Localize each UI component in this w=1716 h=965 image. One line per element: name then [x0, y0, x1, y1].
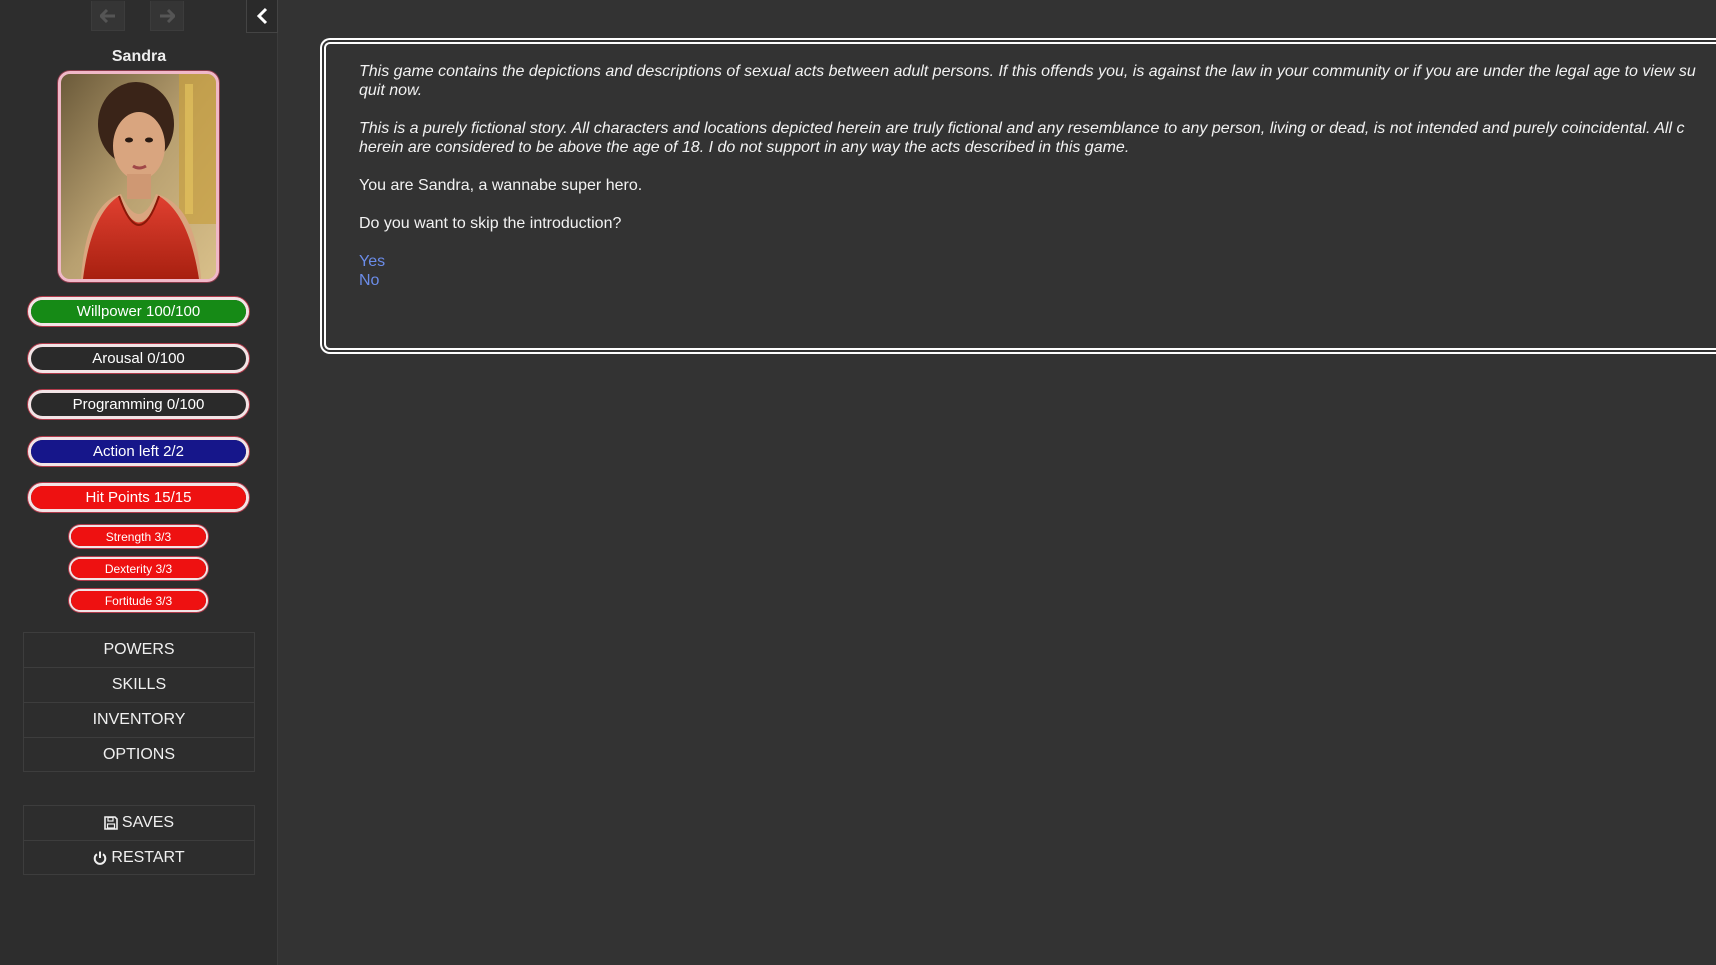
restart-button[interactable]: RESTART	[23, 840, 255, 875]
attribute-bar-strength: Strength 3/3	[69, 525, 208, 548]
attribute-bar-label: Fortitude 3/3	[104, 593, 173, 608]
menu-powers[interactable]: POWERS	[23, 632, 255, 667]
restart-label: RESTART	[111, 848, 185, 866]
attribute-bar-dexterity: Dexterity 3/3	[69, 557, 208, 580]
stat-bar-hit-points: Hit Points 15/15	[28, 483, 249, 512]
choice-no-link[interactable]: No	[359, 271, 1716, 290]
stat-bar-label: Willpower 100/100	[76, 303, 201, 320]
content-disclaimer: This game contains the depictions and de…	[359, 62, 1716, 100]
stat-bar-action-left: Action left 2/2	[28, 437, 249, 466]
menu-skills[interactable]: SKILLS	[23, 667, 255, 702]
content-disclaimer-line-2: quit now.	[359, 82, 423, 99]
character-portrait	[58, 71, 219, 282]
power-icon	[94, 851, 107, 865]
stat-bar-label: Arousal 0/100	[92, 350, 185, 367]
character-name: Sandra	[111, 48, 167, 65]
attribute-bar-label: Dexterity 3/3	[104, 561, 173, 576]
history-forward-button[interactable]	[150, 1, 184, 31]
history-back-button[interactable]	[91, 1, 125, 31]
stat-bar-label: Action left 2/2	[93, 443, 184, 460]
story-passage: This game contains the depictions and de…	[320, 38, 1716, 354]
stat-bar-arousal: Arousal 0/100	[28, 344, 249, 373]
sidebar-toggle-button[interactable]	[246, 0, 278, 33]
arrow-right-icon	[160, 8, 175, 23]
system-menu: SAVES RESTART	[23, 805, 255, 875]
fiction-disclaimer-line-1: This is a purely fictional story. All ch…	[359, 120, 1685, 137]
intro-text: You are Sandra, a wannabe super hero.	[359, 177, 643, 194]
menu-options[interactable]: OPTIONS	[23, 737, 255, 772]
saves-button[interactable]: SAVES	[23, 805, 255, 840]
fiction-disclaimer: This is a purely fictional story. All ch…	[359, 119, 1716, 157]
content-disclaimer-line-1: This game contains the depictions and de…	[359, 63, 1696, 80]
game-window: Sandra Willpower 100/100 Arousal 0/100 P…	[0, 0, 1716, 965]
menu-inventory[interactable]: INVENTORY	[23, 702, 255, 737]
sidebar: Sandra Willpower 100/100 Arousal 0/100 P…	[0, 0, 278, 965]
fiction-disclaimer-line-2: herein are considered to be above the ag…	[359, 139, 1130, 156]
floppy-disk-icon	[104, 816, 118, 830]
arrow-left-icon	[100, 8, 115, 23]
stat-bar-label: Programming 0/100	[72, 396, 205, 413]
chevron-left-icon	[256, 7, 268, 25]
stat-bar-programming: Programming 0/100	[28, 390, 249, 419]
skip-question: Do you want to skip the introduction?	[359, 215, 622, 232]
choice-list: Yes No	[359, 252, 1716, 290]
attribute-bar-label: Strength 3/3	[105, 529, 172, 544]
stat-bar-label: Hit Points 15/15	[85, 489, 192, 506]
game-menu: POWERS SKILLS INVENTORY OPTIONS	[23, 632, 255, 772]
attribute-bar-fortitude: Fortitude 3/3	[69, 589, 208, 612]
stat-bar-willpower: Willpower 100/100	[28, 297, 249, 326]
choice-yes-link[interactable]: Yes	[359, 252, 1716, 271]
saves-label: SAVES	[121, 814, 175, 831]
